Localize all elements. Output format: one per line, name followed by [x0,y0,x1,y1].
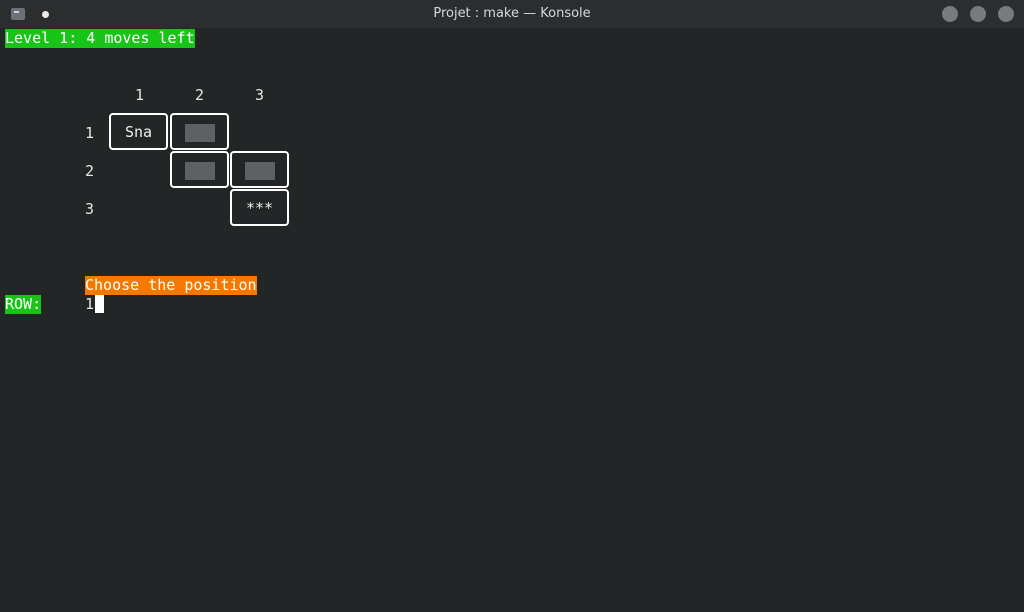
row-header-1: 1 [85,124,95,142]
grid-cell-r2c3 [230,151,289,188]
close-button[interactable] [998,6,1014,22]
maximize-button[interactable] [970,6,986,22]
window-title: Projet : make — Konsole [433,6,591,21]
title-bar[interactable]: Projet : make — Konsole [0,0,1024,28]
row-header-3: 3 [85,200,95,218]
row-header-2: 2 [85,162,95,180]
column-header-2: 2 [195,86,205,104]
column-header-3: 3 [255,86,265,104]
cell-word: Sna [124,122,153,141]
terminal-area[interactable]: Level 1: 4 moves left 1 2 3 1 2 3 Sna **… [0,28,1024,612]
text-cursor [95,295,104,313]
level-banner: Level 1: 4 moves left [5,29,195,48]
cell-goal-marker: *** [245,198,274,217]
minimize-button[interactable] [942,6,958,22]
row-input[interactable]: 1 [85,295,94,314]
grid-cell-r1c1: Sna [109,113,168,150]
column-header-1: 1 [135,86,145,104]
grid-cell-r1c2 [170,113,229,150]
grid-cell-r2c2 [170,151,229,188]
hidden-cell-block [185,162,215,180]
row-label: ROW: [5,295,42,314]
hidden-cell-block [185,124,215,142]
konsole-window: Projet : make — Konsole Level 1: 4 moves… [0,0,1024,612]
hidden-cell-block [245,162,275,180]
prompt-banner: Choose the position [85,276,257,295]
grid-cell-r3c3: *** [230,189,289,226]
